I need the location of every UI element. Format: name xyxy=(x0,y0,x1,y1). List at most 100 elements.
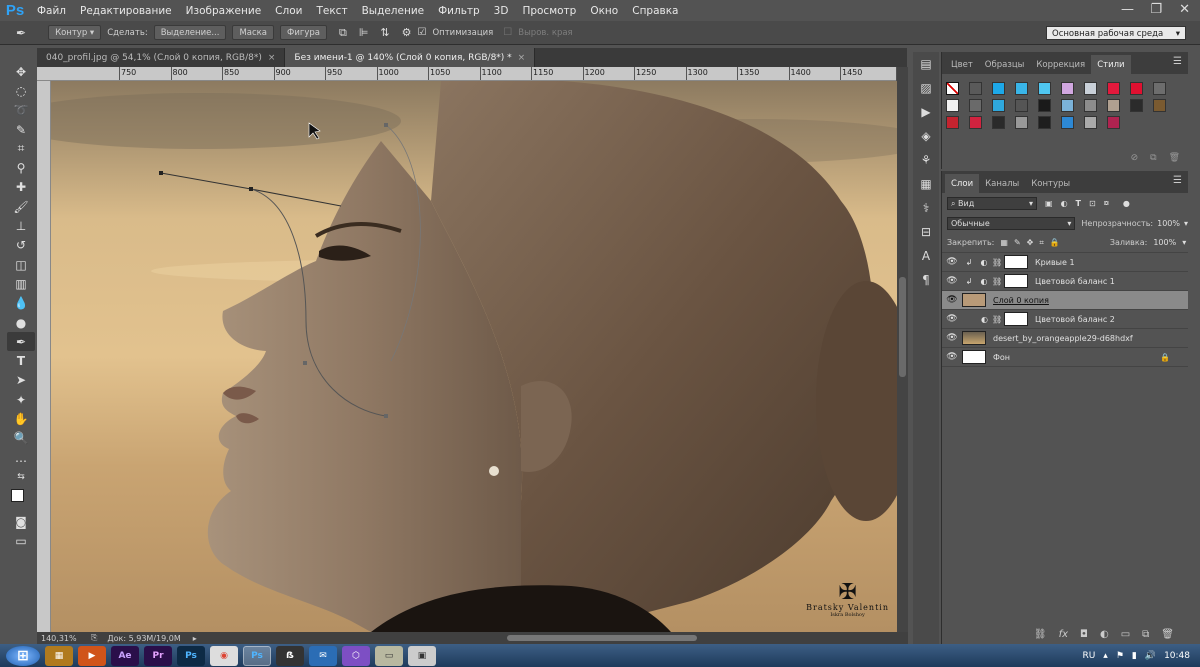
swatch-icon[interactable]: ▨ xyxy=(913,76,939,100)
taskbar-viber-icon[interactable]: ⬡ xyxy=(342,645,370,666)
volume-icon[interactable]: 🔊 xyxy=(1145,651,1156,661)
screen-mode-icon[interactable]: ▭ xyxy=(7,532,35,551)
eye-icon[interactable]: 👁 xyxy=(942,295,962,305)
pen-tool-icon[interactable]: ✒ xyxy=(16,26,26,40)
menu-file[interactable]: Файл xyxy=(30,5,73,17)
style-swatch[interactable] xyxy=(969,116,982,129)
menu-3d[interactable]: 3D xyxy=(487,5,516,17)
style-swatch[interactable] xyxy=(1130,82,1143,95)
lock-all-icon[interactable]: 🔒 xyxy=(1050,238,1060,247)
zoom-tool-icon[interactable]: 🔍 xyxy=(7,429,35,448)
taskbar-media-icon[interactable]: ▶ xyxy=(78,645,106,666)
pen-tool-icon[interactable]: ✒ xyxy=(7,332,35,352)
style-swatch[interactable] xyxy=(1084,116,1097,129)
scroll-thumb[interactable] xyxy=(899,277,906,377)
move-tool-icon[interactable]: ✥ xyxy=(7,62,35,81)
history-icon[interactable]: ▤ xyxy=(913,52,939,76)
flag-icon[interactable]: ⚑ xyxy=(1116,651,1124,661)
layer-thumbnail[interactable] xyxy=(962,293,986,307)
style-swatch[interactable] xyxy=(1107,116,1120,129)
style-swatch[interactable] xyxy=(946,82,959,95)
menu-filter[interactable]: Фильтр xyxy=(431,5,487,17)
workspace-select[interactable]: Основная рабочая среда ▾ xyxy=(1046,26,1186,40)
filter-toggle-icon[interactable]: ● xyxy=(1123,199,1130,208)
lock-position-icon[interactable]: ✥ xyxy=(1027,238,1034,247)
vertical-scrollbar[interactable] xyxy=(897,67,908,632)
style-swatch[interactable] xyxy=(1153,99,1166,112)
panel-menu-icon[interactable]: ☰ xyxy=(1173,56,1182,67)
shape-tool-icon[interactable]: ✦ xyxy=(7,390,35,409)
type-tool-icon[interactable]: T xyxy=(7,351,35,370)
paragraph-icon[interactable]: ¶ xyxy=(913,268,939,292)
filter-pixel-icon[interactable]: ▣ xyxy=(1045,199,1053,208)
taskbar-app-icon[interactable]: ẞ xyxy=(276,645,304,666)
maximize-button[interactable]: ❐ xyxy=(1150,2,1162,17)
layer-row[interactable]: 👁 ◐ ⛓ Цветовой баланс 2 xyxy=(942,310,1188,329)
layer-row[interactable]: 👁 ↲ ◐ ⛓ Кривые 1 xyxy=(942,253,1188,272)
horizontal-scroll-thumb[interactable] xyxy=(507,635,697,641)
menu-view[interactable]: Просмотр xyxy=(515,5,583,17)
new-style-icon[interactable]: ⧉ xyxy=(1150,153,1156,163)
menu-select[interactable]: Выделение xyxy=(355,5,432,17)
blend-mode-select[interactable]: Обычные ▾ xyxy=(947,216,1076,230)
brush-icon[interactable]: ⚘ xyxy=(913,148,939,172)
lasso-tool-icon[interactable]: ➰ xyxy=(7,101,35,120)
lock-transparency-icon[interactable]: ▦ xyxy=(1000,238,1008,247)
eye-icon[interactable]: 👁 xyxy=(942,276,962,286)
fx-icon[interactable]: fx xyxy=(1059,629,1068,640)
tab-adjustments[interactable]: Коррекция xyxy=(1030,55,1091,74)
menu-edit[interactable]: Редактирование xyxy=(73,5,179,17)
delete-layer-icon[interactable]: 🗑 xyxy=(1161,629,1174,640)
color-swatches[interactable] xyxy=(7,487,35,513)
style-swatch[interactable] xyxy=(946,116,959,129)
style-swatch[interactable] xyxy=(1015,82,1028,95)
selection-button[interactable]: Выделение... xyxy=(153,25,227,40)
style-swatch[interactable] xyxy=(1038,82,1051,95)
style-swatch[interactable] xyxy=(1130,99,1143,112)
layer-mask-thumbnail[interactable] xyxy=(1004,312,1028,326)
taskbar-premiere-icon[interactable]: Pr xyxy=(144,645,172,666)
layer-row[interactable]: 👁 ↲ ◐ ⛓ Цветовой баланс 1 xyxy=(942,272,1188,291)
taskbar-after-effects-icon[interactable]: Ae xyxy=(111,645,139,666)
path-arrangement-icon[interactable]: ⇅ xyxy=(380,26,389,39)
opacity-value[interactable]: 100% xyxy=(1157,219,1180,228)
play-icon[interactable]: ▶ xyxy=(913,100,939,124)
close-button[interactable]: ✕ xyxy=(1179,2,1190,17)
layer-mask-thumbnail[interactable] xyxy=(1004,255,1028,269)
align-edges-checkbox[interactable]: ☐ xyxy=(503,27,512,38)
eyedropper-tool-icon[interactable]: ⚲ xyxy=(7,158,35,177)
lock-pixels-icon[interactable]: ✎ xyxy=(1014,238,1021,247)
brush-tool-icon[interactable]: 🖌 xyxy=(7,197,35,216)
eye-icon[interactable]: 👁 xyxy=(942,314,962,324)
style-swatch[interactable] xyxy=(1015,99,1028,112)
taskbar-mail-icon[interactable]: ✉ xyxy=(309,645,337,666)
tool-presets-icon[interactable]: ⊟ xyxy=(913,220,939,244)
style-swatch[interactable] xyxy=(1084,99,1097,112)
layer-thumbnail[interactable] xyxy=(962,350,986,364)
lock-artboard-icon[interactable]: ⌗ xyxy=(1039,238,1044,248)
layer-mask-thumbnail[interactable] xyxy=(1004,274,1028,288)
path-select-tool-icon[interactable]: ➤ xyxy=(7,371,35,390)
style-swatch[interactable] xyxy=(992,116,1005,129)
clone-source-icon[interactable]: ⚕ xyxy=(913,196,939,220)
tab-channels[interactable]: Каналы xyxy=(979,174,1025,193)
style-swatch[interactable] xyxy=(969,82,982,95)
menu-type[interactable]: Текст xyxy=(309,5,354,17)
chevron-down-icon[interactable]: ▾ xyxy=(1184,219,1188,228)
style-swatch[interactable] xyxy=(1061,82,1074,95)
eye-icon[interactable]: 👁 xyxy=(942,257,962,267)
new-group-icon[interactable]: ▭ xyxy=(1121,629,1130,640)
marquee-tool-icon[interactable]: ◌ xyxy=(7,81,35,100)
layer-thumbnail[interactable] xyxy=(962,331,986,345)
hand-tool-icon[interactable]: ✋ xyxy=(7,409,35,428)
filter-shape-icon[interactable]: ⊡ xyxy=(1089,199,1096,208)
filter-type-icon[interactable]: T xyxy=(1076,199,1081,208)
layer-row[interactable]: 👁 desert_by_orangeapple29-d68hdxf xyxy=(942,329,1188,348)
style-swatch[interactable] xyxy=(992,82,1005,95)
tab-document-1[interactable]: 040_profil.jpg @ 54,1% (Слой 0 копия, RG… xyxy=(37,48,286,67)
brush-presets-icon[interactable]: ▦ xyxy=(913,172,939,196)
style-swatch[interactable] xyxy=(1015,116,1028,129)
more-tools-icon[interactable]: … xyxy=(7,448,35,467)
tab-color[interactable]: Цвет xyxy=(945,55,979,74)
network-icon[interactable]: ▮ xyxy=(1132,651,1137,661)
